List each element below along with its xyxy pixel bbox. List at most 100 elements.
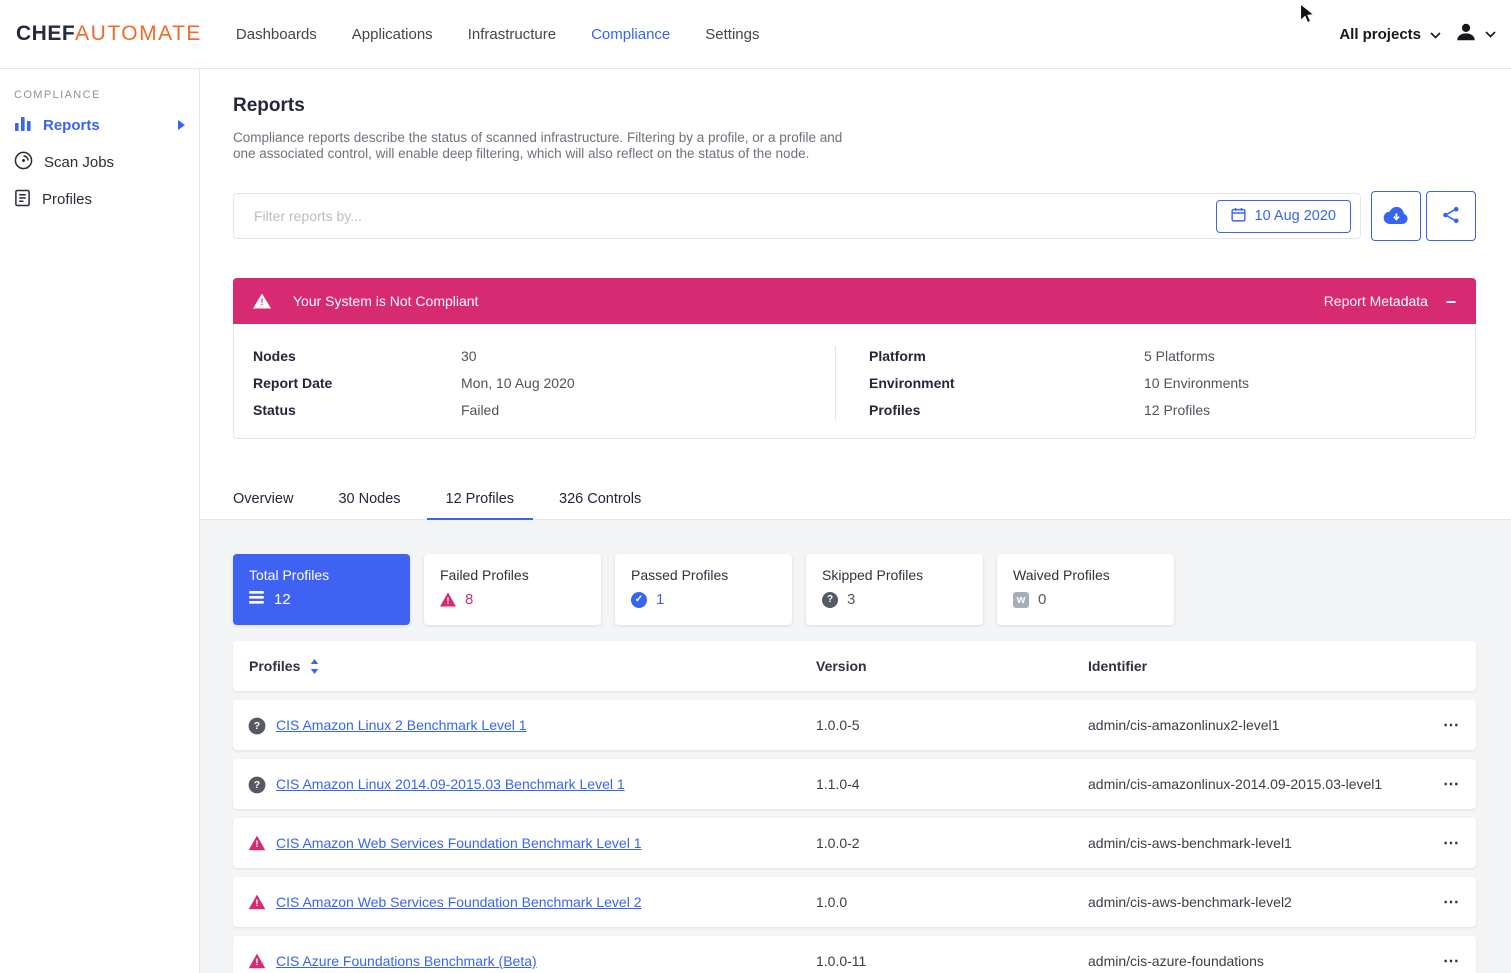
profile-link[interactable]: CIS Amazon Web Services Foundation Bench… — [276, 894, 816, 910]
total-profiles-card[interactable]: Total Profiles 12 — [233, 554, 410, 625]
logo-chef-text: CHEF — [16, 22, 75, 46]
top-nav-bar: CHEFAUTOMATE Dashboards Applications Inf… — [0, 0, 1511, 69]
profile-link[interactable]: CIS Azure Foundations Benchmark (Beta) — [276, 953, 816, 969]
card-count: 8 — [465, 591, 473, 608]
user-menu[interactable] — [1455, 21, 1496, 48]
sidebar-item-label: Reports — [43, 117, 166, 134]
profile-link[interactable]: CIS Amazon Linux 2014.09-2015.03 Benchma… — [276, 776, 816, 792]
metadata-row: Environment 10 Environments — [869, 369, 1475, 396]
metadata-value: 12 Profiles — [1144, 402, 1210, 418]
row-menu-button[interactable]: ⋯ — [1426, 892, 1460, 912]
share-report-button[interactable] — [1426, 191, 1476, 241]
sidebar-item-reports[interactable]: Reports — [0, 107, 199, 144]
failed-profiles-card[interactable]: Failed Profiles ! 8 — [424, 554, 601, 625]
not-compliant-banner: ! Your System is Not Compliant Report Me… — [233, 278, 1476, 324]
warning-icon: ! — [253, 294, 271, 309]
profile-status-cards: Total Profiles 12 Failed Profiles ! 8 Pa… — [233, 554, 1476, 625]
metadata-label: Report Date — [253, 375, 461, 391]
main-nav: Dashboards Applications Infrastructure C… — [236, 26, 760, 43]
banner-message: Your System is Not Compliant — [293, 293, 478, 309]
check-circle-icon: ✓ — [631, 592, 647, 608]
metadata-label: Profiles — [869, 402, 1144, 418]
collapse-minus-icon[interactable]: – — [1446, 292, 1456, 310]
sidebar-section-label: COMPLIANCE — [0, 89, 199, 107]
page-description: Compliance reports describe the status o… — [233, 130, 851, 162]
waived-badge-icon: w — [1013, 592, 1029, 608]
chef-automate-logo[interactable]: CHEFAUTOMATE — [16, 22, 202, 46]
column-header-version: Version — [816, 658, 1088, 674]
document-icon — [14, 189, 31, 211]
profile-link[interactable]: CIS Amazon Linux 2 Benchmark Level 1 — [276, 717, 816, 733]
date-picker-button[interactable]: 10 Aug 2020 — [1216, 200, 1351, 233]
nav-compliance[interactable]: Compliance — [591, 26, 670, 43]
tab-controls[interactable]: 326 Controls — [540, 479, 660, 519]
sort-arrows-icon[interactable] — [310, 659, 319, 674]
profile-identifier: admin/cis-amazonlinux2-level1 — [1088, 717, 1426, 733]
metadata-value: Failed — [461, 402, 499, 418]
list-icon — [249, 591, 265, 608]
passed-profiles-card[interactable]: Passed Profiles ✓ 1 — [615, 554, 792, 625]
waived-profiles-card[interactable]: Waived Profiles w 0 — [997, 554, 1174, 625]
card-count: 0 — [1038, 591, 1046, 608]
nav-applications[interactable]: Applications — [352, 26, 433, 43]
profile-link[interactable]: CIS Amazon Web Services Foundation Bench… — [276, 835, 816, 851]
nav-settings[interactable]: Settings — [705, 26, 759, 43]
profile-version: 1.1.0-4 — [816, 776, 1088, 792]
caret-right-icon[interactable] — [177, 117, 185, 134]
report-tabs: Overview 30 Nodes 12 Profiles 326 Contro… — [214, 479, 1476, 519]
profile-identifier: admin/cis-azure-foundations — [1088, 953, 1426, 969]
logo-automate-text: AUTOMATE — [75, 22, 202, 46]
metadata-row: Profiles 12 Profiles — [869, 396, 1475, 423]
metadata-value: 10 Environments — [1144, 375, 1249, 391]
projects-dropdown[interactable]: All projects — [1339, 26, 1441, 43]
metadata-row: Status Failed — [253, 396, 835, 423]
row-menu-button[interactable]: ⋯ — [1426, 951, 1460, 971]
column-header-profiles[interactable]: Profiles — [249, 658, 300, 674]
table-row: ? ! CIS Azure Foundations Benchmark (Bet… — [233, 936, 1476, 973]
metadata-value: 5 Platforms — [1144, 348, 1215, 364]
card-label: Passed Profiles — [631, 567, 776, 583]
metadata-row: Platform 5 Platforms — [869, 342, 1475, 369]
filter-bar: 10 Aug 2020 — [233, 193, 1361, 239]
report-metadata-toggle[interactable]: Report Metadata — [1324, 293, 1428, 309]
card-label: Total Profiles — [249, 567, 394, 583]
nav-dashboards[interactable]: Dashboards — [236, 26, 317, 43]
card-label: Skipped Profiles — [822, 567, 967, 583]
profile-identifier: admin/cis-amazonlinux-2014.09-2015.03-le… — [1088, 776, 1426, 792]
row-menu-button[interactable]: ⋯ — [1426, 833, 1460, 853]
card-count: 3 — [847, 591, 855, 608]
table-row: ? ! CIS Amazon Web Services Foundation B… — [233, 818, 1476, 868]
user-avatar-icon — [1455, 21, 1477, 48]
radar-icon — [14, 151, 33, 174]
tab-overview[interactable]: Overview — [214, 479, 312, 519]
warning-triangle-icon: ! — [440, 593, 456, 607]
table-row: ? ! CIS Amazon Web Services Foundation B… — [233, 877, 1476, 927]
calendar-icon — [1231, 207, 1246, 226]
metadata-label: Platform — [869, 348, 1144, 364]
page-title: Reports — [233, 95, 1476, 117]
row-menu-button[interactable]: ⋯ — [1426, 774, 1460, 794]
profiles-table-body: ? ! CIS Amazon Linux 2 Benchmark Level 1… — [233, 700, 1476, 973]
profile-identifier: admin/cis-aws-benchmark-level1 — [1088, 835, 1426, 851]
metadata-row: Nodes 30 — [253, 342, 835, 369]
warning-triangle-icon: ! — [249, 954, 266, 969]
nav-infrastructure[interactable]: Infrastructure — [468, 26, 556, 43]
row-menu-button[interactable]: ⋯ — [1426, 715, 1460, 735]
bar-chart-icon — [14, 116, 32, 136]
profile-version: 1.0.0-2 — [816, 835, 1088, 851]
profile-version: 1.0.0-5 — [816, 717, 1088, 733]
sidebar-item-scan-jobs[interactable]: Scan Jobs — [0, 144, 199, 181]
tab-profiles[interactable]: 12 Profiles — [427, 479, 534, 519]
tab-nodes[interactable]: 30 Nodes — [319, 479, 419, 519]
download-report-button[interactable] — [1371, 191, 1421, 241]
profile-identifier: admin/cis-aws-benchmark-level2 — [1088, 894, 1426, 910]
skipped-profiles-card[interactable]: Skipped Profiles ? 3 — [806, 554, 983, 625]
sidebar-item-label: Profiles — [42, 191, 185, 208]
cloud-download-icon — [1383, 205, 1410, 228]
sidebar-item-label: Scan Jobs — [44, 154, 185, 171]
filter-reports-input[interactable] — [254, 208, 1216, 224]
profile-version: 1.0.0 — [816, 894, 1088, 910]
column-header-identifier: Identifier — [1088, 658, 1426, 674]
metadata-label: Nodes — [253, 348, 461, 364]
sidebar-item-profiles[interactable]: Profiles — [0, 181, 199, 218]
